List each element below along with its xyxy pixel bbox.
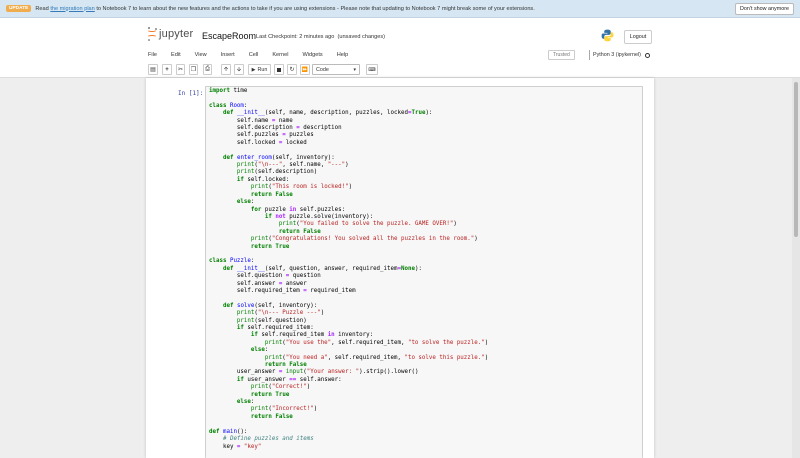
paste-icon: ⎙: [205, 66, 210, 72]
restart-run-all-button[interactable]: ⏩: [300, 64, 310, 75]
jupyter-logo-icon: [147, 27, 157, 41]
insert-cell-button[interactable]: +: [162, 64, 172, 75]
notebook-scrollbar[interactable]: [792, 78, 800, 458]
menu-cell[interactable]: Cell: [249, 52, 259, 58]
interrupt-button[interactable]: [274, 64, 284, 75]
menu-view[interactable]: View: [195, 52, 207, 58]
restart-button[interactable]: ↻: [287, 64, 297, 75]
fast-forward-icon: ⏩: [301, 66, 309, 73]
menu-help[interactable]: Help: [337, 52, 349, 58]
menu-kernel[interactable]: Kernel: [272, 52, 288, 58]
logout-button[interactable]: Logout: [624, 30, 652, 44]
play-icon: ▶: [251, 66, 256, 73]
menu-edit[interactable]: Edit: [171, 52, 181, 58]
python-logo-icon: [601, 29, 614, 42]
code-editor[interactable]: import time class Room: def __init__(sel…: [209, 88, 488, 451]
chevron-down-icon: ▾: [353, 66, 356, 73]
banner-message: Read the migration plan to Notebook 7 to…: [35, 5, 535, 12]
cell-type-select[interactable]: Code ▾: [312, 64, 360, 75]
main-menu: File Edit View Insert Cell Kernel Widget…: [148, 48, 362, 62]
jupyter-logo[interactable]: jupyter: [147, 27, 194, 41]
arrow-down-icon: 🡫: [236, 66, 242, 73]
copy-icon: ❐: [190, 67, 197, 73]
kernel-name: Python 3 (ipykernel): [593, 52, 641, 58]
menu-insert[interactable]: Insert: [221, 52, 235, 58]
checkpoint-status: Last Checkpoint: 2 minutes ago (unsaved …: [256, 34, 386, 40]
menu-bar: File Edit View Insert Cell Kernel Widget…: [0, 48, 800, 62]
update-banner: UPDATE Read the migration plan to Notebo…: [0, 0, 800, 18]
move-down-button[interactable]: 🡫: [234, 64, 244, 75]
migration-plan-link[interactable]: the migration plan: [50, 6, 94, 12]
copy-button[interactable]: ❐: [189, 64, 198, 75]
kernel-idle-icon: [644, 52, 650, 58]
move-up-button[interactable]: 🡩: [221, 64, 231, 75]
cell-prompt: In [1]:: [178, 90, 204, 97]
menu-file[interactable]: File: [148, 52, 157, 58]
keyboard-icon: ⌨: [368, 66, 376, 73]
paste-button[interactable]: ⎙: [203, 64, 212, 75]
menu-widgets[interactable]: Widgets: [303, 52, 323, 58]
cut-button[interactable]: ✂: [176, 64, 185, 75]
update-badge: UPDATE: [6, 5, 32, 12]
toolbar: ▤ + ✂ ❐ ⎙ 🡩 🡫 ▶ Run ↻ ⏩ Code ▾ ⌨: [0, 62, 800, 78]
unsaved-changes: (unsaved changes): [337, 34, 386, 40]
header: jupyter EscapeRoom Last Checkpoint: 2 mi…: [0, 18, 800, 48]
scissors-icon: ✂: [177, 67, 184, 73]
jupyter-logo-text: jupyter: [159, 28, 194, 40]
run-button[interactable]: ▶ Run: [248, 64, 271, 75]
command-palette-button[interactable]: ⌨: [366, 64, 378, 75]
trusted-indicator[interactable]: Trusted: [548, 50, 575, 60]
scrollbar-thumb[interactable]: [794, 82, 798, 237]
save-button[interactable]: ▤: [148, 64, 158, 75]
save-icon: ▤: [150, 67, 156, 73]
stop-icon: [277, 67, 281, 72]
arrow-up-icon: 🡩: [223, 66, 229, 73]
kernel-indicator[interactable]: Python 3 (ipykernel): [589, 50, 650, 60]
dont-show-anymore-button[interactable]: Don't show anymore: [735, 3, 794, 15]
restart-icon: ↻: [289, 67, 295, 73]
notebook-title[interactable]: EscapeRoom: [202, 31, 256, 41]
plus-icon: +: [165, 66, 169, 73]
